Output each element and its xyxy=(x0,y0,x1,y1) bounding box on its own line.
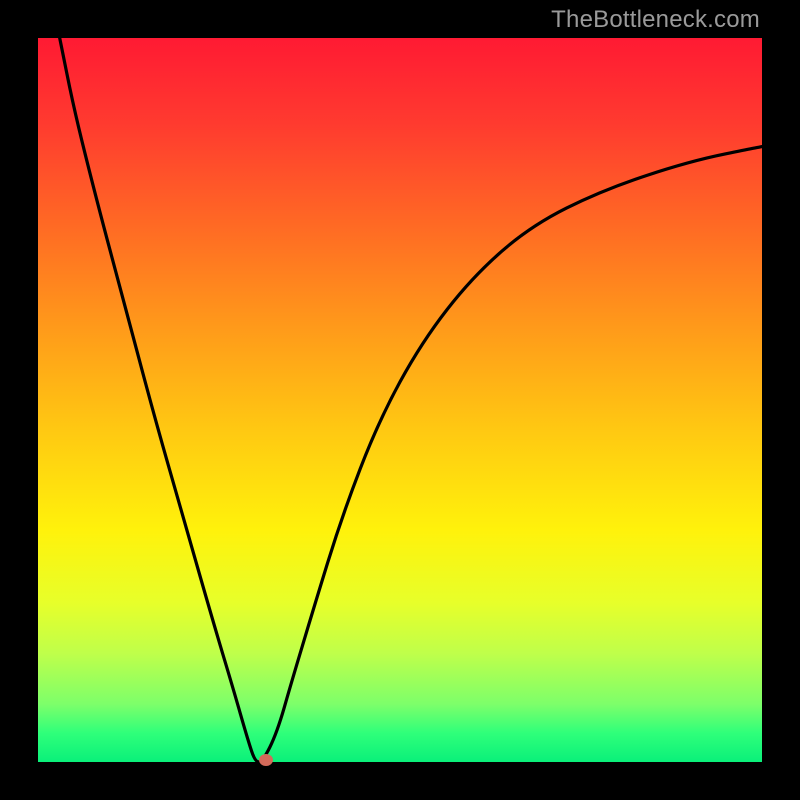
curve-svg xyxy=(38,38,762,762)
plot-area xyxy=(38,38,762,762)
minimum-marker-dot xyxy=(259,754,273,766)
watermark-text: TheBottleneck.com xyxy=(551,6,760,34)
bottleneck-curve xyxy=(60,38,762,762)
chart-frame: TheBottleneck.com xyxy=(0,0,800,800)
